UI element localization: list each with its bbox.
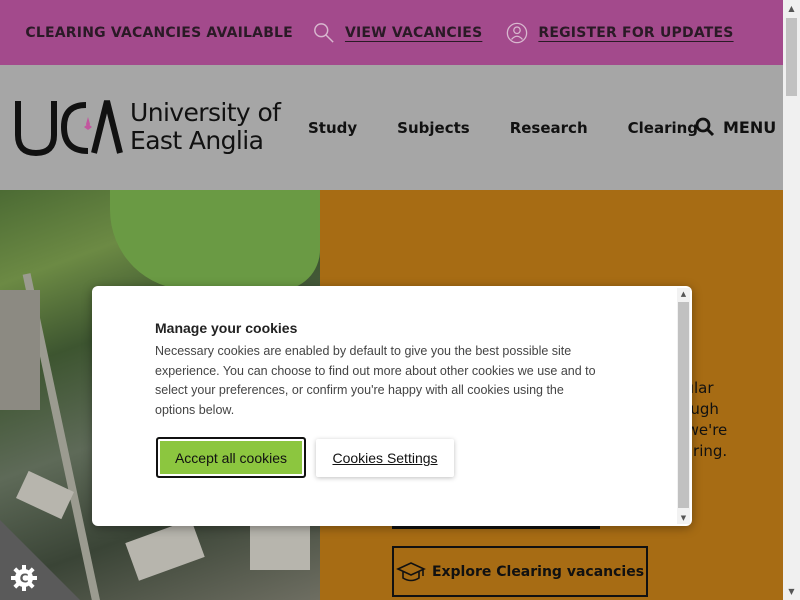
explore-clearing-label[interactable]: Explore Clearing vacancies <box>432 564 644 580</box>
cookie-dialog-title: Manage your cookies <box>155 320 298 336</box>
view-vacancies-link-wrap[interactable]: VIEW VACANCIES <box>313 22 506 44</box>
graduation-cap-icon <box>396 561 426 581</box>
main-nav: Study Subjects Research Clearing <box>308 119 738 137</box>
clearing-notice: CLEARING VACANCIES AVAILABLE <box>25 25 313 41</box>
svg-text:C: C <box>20 572 29 586</box>
search-icon <box>314 22 334 43</box>
uea-monogram-icon <box>15 100 123 157</box>
scroll-down-arrow-icon[interactable]: ▼ <box>783 583 800 600</box>
explore-clearing-button[interactable]: Explore Clearing vacancies <box>392 546 648 597</box>
uea-logo[interactable]: University of East Anglia <box>14 97 281 157</box>
image-building <box>125 519 205 581</box>
image-building <box>0 290 40 410</box>
menu-label[interactable]: MENU <box>723 118 776 137</box>
menu-button[interactable]: MENU <box>695 117 776 137</box>
cookie-dialog-body: Necessary cookies are enabled by default… <box>155 344 596 417</box>
cookie-settings-badge[interactable]: C <box>0 520 80 600</box>
scroll-down-arrow-icon[interactable]: ▼ <box>677 512 690 524</box>
nav-clearing[interactable]: Clearing <box>628 119 698 137</box>
accept-all-cookies-button[interactable]: Accept all cookies <box>156 437 306 478</box>
nav-research[interactable]: Research <box>510 119 588 137</box>
nav-subjects[interactable]: Subjects <box>397 119 470 137</box>
site-header: University of East Anglia Study Subjects… <box>0 65 783 190</box>
scroll-up-arrow-icon[interactable]: ▲ <box>783 0 800 17</box>
uea-wordmark: University of East Anglia <box>130 98 281 155</box>
register-updates-link-wrap[interactable]: REGISTER FOR UPDATES <box>506 22 757 44</box>
logo-line-1: University of <box>130 98 281 127</box>
logo-line-2: East Anglia <box>130 126 264 155</box>
cookie-scrollbar-thumb[interactable] <box>678 302 689 508</box>
cookie-consent-dialog: Manage your cookies Necessary cookies ar… <box>92 286 692 526</box>
user-icon <box>507 22 528 43</box>
cookie-gear-icon[interactable]: C <box>10 564 38 592</box>
clearing-label: CLEARING VACANCIES AVAILABLE <box>25 24 293 41</box>
cookie-dialog-scrollbar[interactable]: ▲ ▼ <box>677 288 690 524</box>
scrollbar-thumb[interactable] <box>786 18 797 96</box>
image-building <box>250 520 310 570</box>
page-scrollbar[interactable]: ▲ ▼ <box>783 0 800 600</box>
nav-study[interactable]: Study <box>308 119 357 137</box>
scroll-up-arrow-icon[interactable]: ▲ <box>677 288 690 300</box>
image-field <box>110 190 320 290</box>
announcement-bar: CLEARING VACANCIES AVAILABLE VIEW VACANC… <box>0 0 783 65</box>
search-icon[interactable] <box>695 117 715 137</box>
cookies-settings-button[interactable]: Cookies Settings <box>316 439 454 477</box>
view-vacancies-link[interactable]: VIEW VACANCIES <box>345 25 482 41</box>
register-updates-link[interactable]: REGISTER FOR UPDATES <box>538 25 733 41</box>
